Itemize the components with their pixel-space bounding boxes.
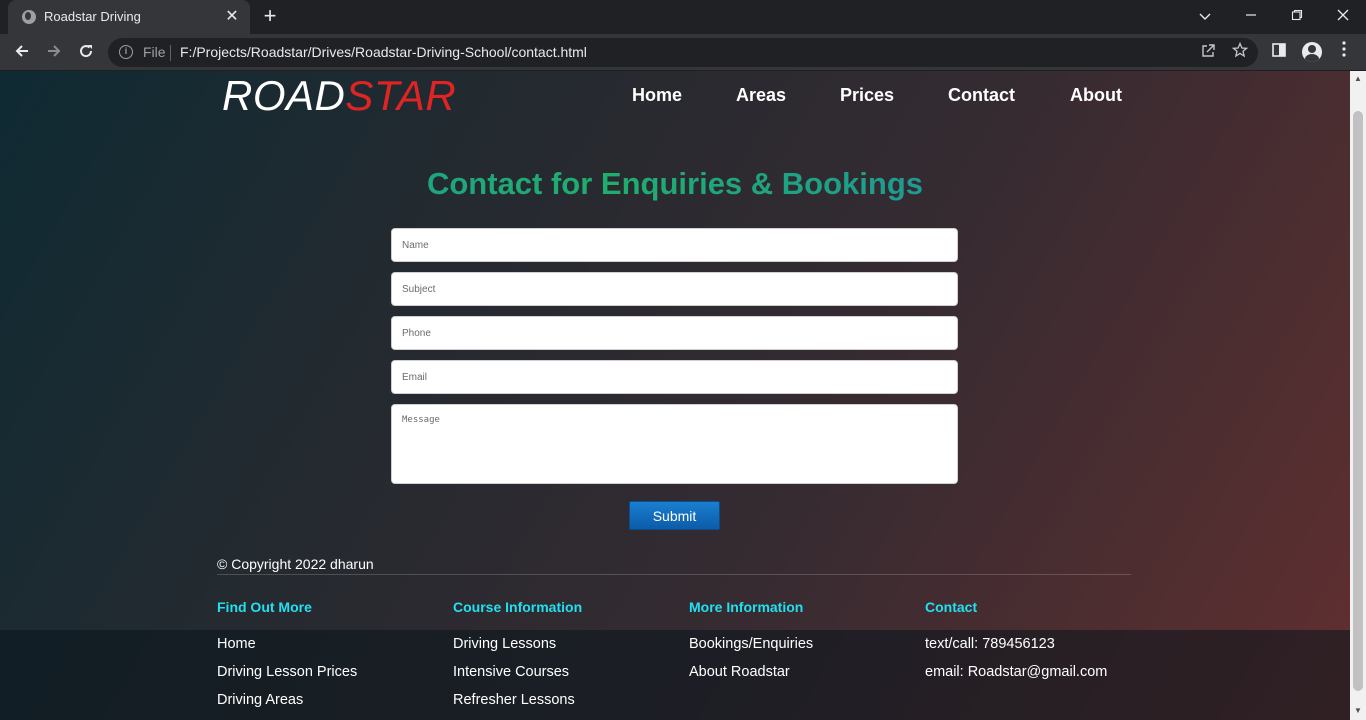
star-icon[interactable] (1229, 41, 1251, 64)
scroll-down-arrow-icon[interactable]: ▼ (1350, 705, 1366, 717)
forward-arrow-icon[interactable] (41, 40, 67, 66)
footer-link-driving-areas[interactable]: Driving Areas (217, 692, 303, 708)
contact-page: ROADSTAR Home Areas Prices Contact About… (0, 71, 1350, 720)
minimize-icon[interactable] (1237, 4, 1265, 28)
restore-icon[interactable] (1283, 4, 1311, 28)
scheme-label: File (143, 44, 166, 60)
page-viewport: ROADSTAR Home Areas Prices Contact About… (0, 71, 1366, 720)
kebab-menu-icon[interactable] (1331, 40, 1357, 66)
nav-prices[interactable]: Prices (840, 85, 894, 106)
address-bar[interactable]: i File F:/Projects/Roadstar/Drives/Roads… (108, 38, 1258, 67)
footer-link-refresher-lessons[interactable]: Refresher Lessons (453, 692, 575, 708)
subject-field[interactable] (391, 272, 958, 306)
tab-title: Roadstar Driving (44, 9, 141, 24)
footer-link-driving-lesson-prices[interactable]: Driving Lesson Prices (217, 664, 357, 680)
plus-icon[interactable]: + (258, 5, 282, 29)
name-field[interactable] (391, 228, 958, 262)
footer-link-driving-lessons[interactable]: Driving Lessons (453, 636, 556, 652)
chevron-down-icon[interactable] (1191, 4, 1219, 28)
browser-toolbar: i File F:/Projects/Roadstar/Drives/Roads… (0, 34, 1366, 71)
scroll-up-arrow-icon[interactable]: ▲ (1350, 73, 1366, 85)
side-panel-icon[interactable] (1266, 40, 1292, 66)
nav-about[interactable]: About (1070, 85, 1122, 106)
footer-email-text: email: Roadstar@gmail.com (925, 664, 1108, 680)
nav-contact[interactable]: Contact (948, 85, 1015, 106)
phone-field[interactable] (391, 316, 958, 350)
close-window-icon[interactable] (1329, 4, 1357, 28)
close-icon[interactable]: ✕ (222, 7, 242, 27)
logo-road: ROAD (222, 72, 346, 119)
profile-icon[interactable] (1302, 42, 1322, 62)
address-divider (170, 45, 171, 61)
tab-strip: Roadstar Driving ✕ + (0, 0, 1366, 34)
footer-divider (217, 574, 1131, 575)
page-title: Contact for Enquiries & Bookings (0, 166, 1350, 202)
footer-heading-course-information: Course Information (453, 599, 583, 615)
nav-home[interactable]: Home (632, 85, 682, 106)
copyright-text: © Copyright 2022 dharun (217, 556, 374, 572)
footer-phone-text: text/call: 789456123 (925, 636, 1055, 652)
email-field[interactable] (391, 360, 958, 394)
logo-star: STAR (345, 72, 457, 119)
page-scrollbar[interactable]: ▲ ▼ (1350, 71, 1366, 720)
nav-areas[interactable]: Areas (736, 85, 786, 106)
url-text[interactable]: F:/Projects/Roadstar/Drives/Roadstar-Dri… (180, 44, 587, 60)
footer-link-home[interactable]: Home (217, 636, 256, 652)
footer-link-about-roadstar[interactable]: About Roadstar (689, 664, 790, 680)
footer-heading-contact: Contact (925, 599, 978, 615)
submit-button[interactable]: Submit (629, 501, 720, 530)
active-tab[interactable]: Roadstar Driving ✕ (8, 0, 250, 34)
message-field[interactable] (391, 404, 958, 484)
footer-band (0, 630, 1350, 720)
footer-heading-more-information: More Information (689, 599, 804, 615)
reload-icon[interactable] (73, 40, 99, 66)
footer-link-bookings-enquiries[interactable]: Bookings/Enquiries (689, 636, 813, 652)
footer-heading-find-out-more: Find Out More (217, 599, 312, 615)
globe-icon (22, 10, 36, 24)
info-icon[interactable]: i (119, 45, 133, 59)
share-icon[interactable] (1197, 42, 1219, 64)
scrollbar-thumb[interactable] (1353, 111, 1363, 691)
site-logo[interactable]: ROADSTAR (222, 72, 456, 120)
footer-link-intensive-courses[interactable]: Intensive Courses (453, 664, 569, 680)
back-arrow-icon[interactable] (9, 40, 35, 66)
